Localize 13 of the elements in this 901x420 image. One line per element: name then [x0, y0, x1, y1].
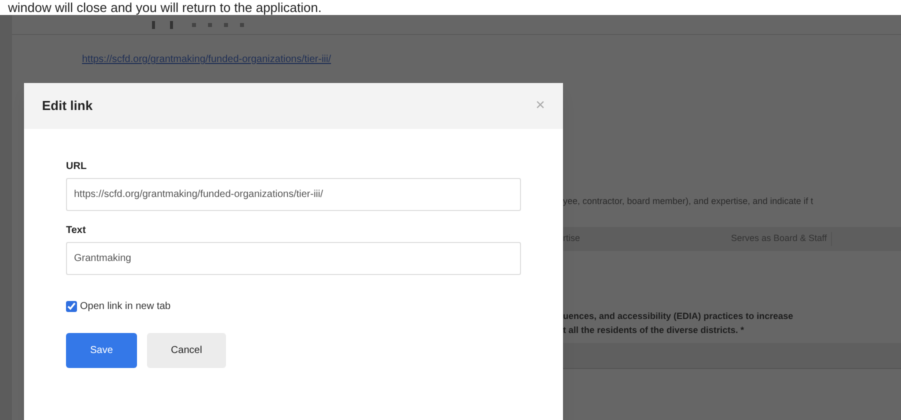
dialog-title: Edit link: [42, 97, 93, 116]
checkbox[interactable]: [66, 301, 77, 312]
save-button[interactable]: Save: [66, 333, 137, 368]
field-label: Text: [66, 224, 87, 238]
input-field[interactable]: Grantmaking: [66, 242, 521, 275]
checkbox-label: Open link in new tab: [80, 300, 171, 314]
question-text: t all the residents of the diverse districts. *: [563, 324, 746, 337]
caption: window will close and you will return to the application.: [8, 0, 322, 15]
question-text: yee, contractor, board member), and expertise, and indicate if t: [563, 195, 814, 208]
field-label: URL: [66, 160, 88, 174]
cancel-button[interactable]: Cancel: [147, 333, 226, 368]
input-field[interactable]: https://scfd.org/grantmaking/funded-organizations/tier-iii/: [66, 178, 521, 211]
question-text: uences, and accessibility (EDIA) practices to increase: [563, 310, 794, 323]
